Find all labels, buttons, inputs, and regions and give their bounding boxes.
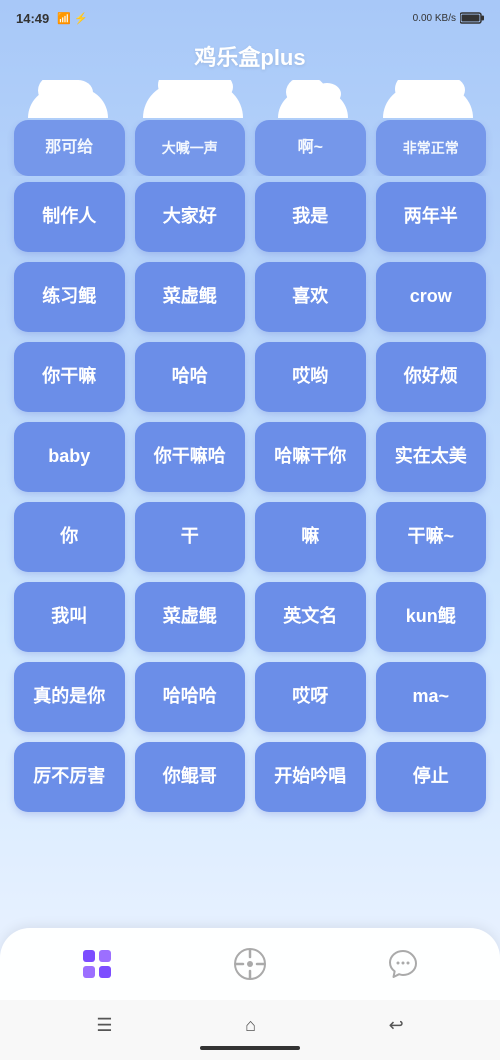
grid-button-btn6[interactable]: 菜虚鲲 xyxy=(135,262,246,332)
grid-button-btn14[interactable]: 你干嘛哈 xyxy=(135,422,246,492)
grid-button-top3[interactable]: 啊~ xyxy=(255,120,366,176)
network-speed: 0.00 KB/s xyxy=(413,13,456,24)
grid-button-btn25[interactable]: 真的是你 xyxy=(14,662,125,732)
nav-item-compass[interactable] xyxy=(212,938,288,990)
nav-item-chat[interactable] xyxy=(365,938,441,990)
grid-button-btn28[interactable]: ma~ xyxy=(376,662,487,732)
nav-item-grid[interactable] xyxy=(59,938,135,990)
grid-button-top1[interactable]: 那可给 xyxy=(14,120,125,176)
grid-button-btn16[interactable]: 实在太美 xyxy=(376,422,487,492)
grid-button-btn2[interactable]: 大家好 xyxy=(135,182,246,252)
grid-button-btn1[interactable]: 制作人 xyxy=(14,182,125,252)
grid-button-btn11[interactable]: 哎哟 xyxy=(255,342,366,412)
status-bar: 14:49 📶 ⚡ 0.00 KB/s xyxy=(0,0,500,36)
grid-button-btn15[interactable]: 哈嘛干你 xyxy=(255,422,366,492)
status-time: 14:49 📶 ⚡ xyxy=(16,11,88,26)
app-title: 鸡乐盒plus xyxy=(0,36,500,80)
grid-button-btn31[interactable]: 开始吟唱 xyxy=(255,742,366,812)
status-right: 0.00 KB/s xyxy=(413,12,484,24)
partial-top-row: 那可给 大喊一声 啊~ 非常正常 xyxy=(0,120,500,176)
grid-button-btn32[interactable]: 停止 xyxy=(376,742,487,812)
grid-button-btn3[interactable]: 我是 xyxy=(255,182,366,252)
menu-button[interactable]: ☰ xyxy=(84,1009,124,1042)
grid-button-btn20[interactable]: 干嘛~ xyxy=(376,502,487,572)
grid-button-btn17[interactable]: 你 xyxy=(14,502,125,572)
grid-button-btn24[interactable]: kun鲲 xyxy=(376,582,487,652)
cloud-decoration xyxy=(0,80,500,118)
grid-button-btn27[interactable]: 哎呀 xyxy=(255,662,366,732)
button-grid-scroll[interactable]: 制作人大家好我是两年半练习鲲菜虚鲲喜欢crow你干嘛哈哈哎哟你好烦baby你干嘛… xyxy=(0,176,500,996)
grid-button-btn21[interactable]: 我叫 xyxy=(14,582,125,652)
grid-button-btn18[interactable]: 干 xyxy=(135,502,246,572)
grid-button-btn23[interactable]: 英文名 xyxy=(255,582,366,652)
grid-button-btn7[interactable]: 喜欢 xyxy=(255,262,366,332)
home-button[interactable]: ⌂ xyxy=(233,1009,268,1042)
home-bar: ☰ ⌂ ↩ xyxy=(0,1000,500,1060)
time-display: 14:49 xyxy=(16,11,49,26)
status-icons: 📶 ⚡ xyxy=(57,12,87,25)
grid-button-top2[interactable]: 大喊一声 xyxy=(135,120,246,176)
compass-icon xyxy=(232,946,268,982)
bottom-nav xyxy=(0,928,500,1000)
grid-button-btn8[interactable]: crow xyxy=(376,262,487,332)
grid-button-btn29[interactable]: 厉不厉害 xyxy=(14,742,125,812)
grid-button-top4[interactable]: 非常正常 xyxy=(376,120,487,176)
chat-icon xyxy=(385,946,421,982)
grid-button-btn4[interactable]: 两年半 xyxy=(376,182,487,252)
grid-button-btn30[interactable]: 你鲲哥 xyxy=(135,742,246,812)
grid-icon xyxy=(79,946,115,982)
grid-button-btn26[interactable]: 哈哈哈 xyxy=(135,662,246,732)
grid-button-btn13[interactable]: baby xyxy=(14,422,125,492)
back-button[interactable]: ↩ xyxy=(377,1009,416,1042)
button-grid: 制作人大家好我是两年半练习鲲菜虚鲲喜欢crow你干嘛哈哈哎哟你好烦baby你干嘛… xyxy=(14,182,486,812)
grid-button-btn19[interactable]: 嘛 xyxy=(255,502,366,572)
home-indicator xyxy=(200,1046,300,1050)
grid-button-btn12[interactable]: 你好烦 xyxy=(376,342,487,412)
battery-icon xyxy=(460,12,484,24)
grid-button-btn10[interactable]: 哈哈 xyxy=(135,342,246,412)
grid-button-btn9[interactable]: 你干嘛 xyxy=(14,342,125,412)
grid-button-btn22[interactable]: 菜虚鲲 xyxy=(135,582,246,652)
grid-button-btn5[interactable]: 练习鲲 xyxy=(14,262,125,332)
